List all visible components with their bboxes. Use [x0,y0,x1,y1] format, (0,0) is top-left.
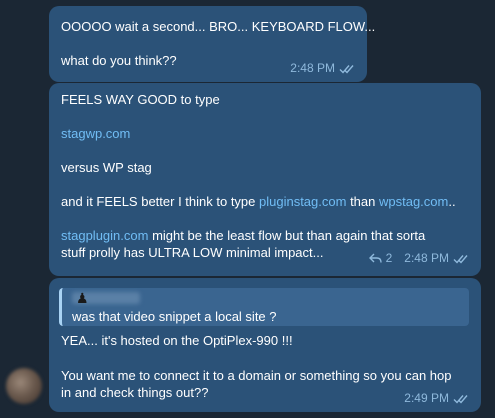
message-link[interactable]: stagplugin.com [61,228,148,243]
double-check-icon [339,64,354,74]
message-time: 2:48 PM [290,61,335,75]
chess-pawn-icon: ♟ [76,290,89,306]
message-bubble[interactable]: OOOOO wait a second... BRO... KEYBOARD F… [49,6,375,82]
message-text: .. [448,194,456,209]
message-link[interactable]: stagwp.com [61,125,130,142]
message-meta: 2:49 PM [404,390,471,407]
reply-quote[interactable]: ♟ was that video snippet a local site ? [59,288,469,326]
message-link[interactable]: pluginstag.com [259,194,346,209]
double-check-icon [453,394,468,404]
message-text: and it FEELS better I think to type [61,194,259,209]
reply-count[interactable]: 2 [386,250,393,267]
message-meta: 2:48 PM [290,60,357,77]
message-text: OOOOO wait a second... BRO... KEYBOARD F… [61,19,376,34]
message-text: might be the least flow but than again t… [148,228,426,243]
message-link[interactable]: wpstag.com [379,194,448,209]
reply-icon[interactable] [368,253,382,264]
message-time: 2:49 PM [404,391,449,405]
quote-text: was that video snippet a local site ? [72,309,277,324]
message-text: FEELS WAY GOOD to type [61,92,220,107]
message-text-line: and it FEELS better I think to type plug… [61,193,456,210]
message-text: versus WP stag [61,160,152,175]
message-bubble[interactable]: ♟ was that video snippet a local site ? … [49,278,481,412]
double-check-icon [453,254,468,264]
message-text: what do you think?? [61,53,177,68]
message-time: 2:48 PM [404,251,449,265]
message-text: stuff prolly has ULTRA LOW minimal impac… [61,245,324,260]
message-text: You want me to connect it to a domain or… [61,368,452,383]
message-bubble[interactable]: FEELS WAY GOOD to type stagwp.com versus… [49,83,481,276]
message-meta: 2 2:48 PM [368,250,471,267]
avatar[interactable] [6,368,42,404]
message-text: in and check things out?? [61,385,209,400]
message-text: than [346,194,379,209]
message-text: YEA... it's hosted on the OptiPlex-990 !… [61,333,293,348]
message-text-line: stagplugin.com might be the least flow b… [61,227,425,244]
